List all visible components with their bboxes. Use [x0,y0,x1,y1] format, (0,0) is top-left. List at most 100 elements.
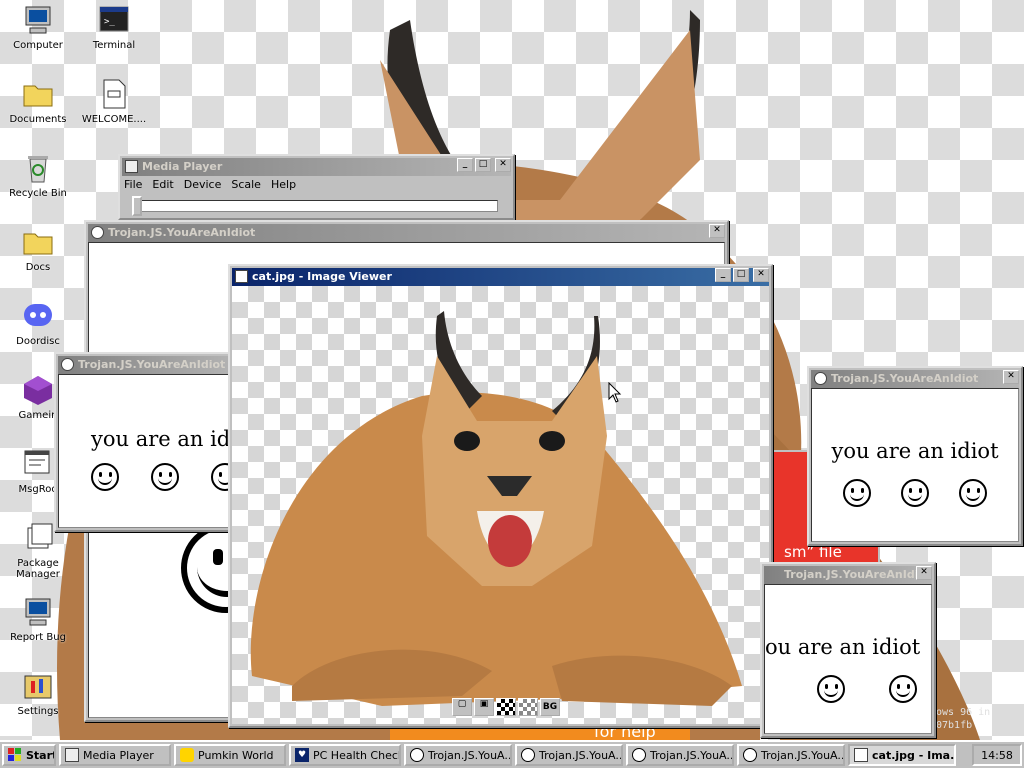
background-color-button[interactable]: BG [540,698,560,716]
desktop-icon-label: Terminal [92,40,136,51]
close-button[interactable]: ✕ [916,566,932,580]
console-line-2: 07b1fb [936,720,973,731]
chat-window-icon [22,448,54,480]
smiley-icon [901,479,929,507]
idiot-window-title: Trojan.JS.YouAreAnIdiot [831,372,979,385]
media-player-icon [125,160,138,173]
desktop-icon-doordisc[interactable]: Doordisc [4,300,72,347]
taskbar-item-label: Media Player [83,748,154,762]
taskbar-item-pc-health-check[interactable]: ♥ PC Health Check [289,744,401,766]
desktop-icon-settings[interactable]: Settings [4,670,72,717]
close-button[interactable]: ✕ [1003,370,1019,384]
desktop-icon-computer[interactable]: Computer [4,4,72,51]
desktop-icon-label: Documents [9,114,67,125]
idiot-window-content: you are an idiot [58,374,240,528]
menu-scale[interactable]: Scale [231,178,261,191]
smiley-icon [743,748,757,762]
svg-text:>_: >_ [104,17,115,27]
image-viewer-title: cat.jpg - Image Viewer [252,270,392,283]
media-player-titlebar[interactable]: Media Player [122,158,511,176]
smiley-icon [814,372,827,385]
smiley-icon [91,463,119,491]
image-viewer-titlebar[interactable]: cat.jpg - Image Viewer [232,268,769,286]
desktop-icon-recycle-bin[interactable]: Recycle Bin [4,152,72,199]
idiot-message-partial: ou are an idiot [765,635,921,659]
media-seek-track[interactable] [134,200,498,212]
media-seek-thumb[interactable] [132,196,142,216]
maximize-button[interactable]: □ [475,158,491,172]
idiot-window-title: Trojan.JS.YouAreAnIdiot [108,226,256,239]
taskbar-item-idiot-1[interactable]: Trojan.JS.YouA... [404,744,512,766]
mouse-cursor-icon [608,382,622,403]
desktop-icon-report-bug[interactable]: Report Bug [4,596,72,643]
taskbar-item-label: Trojan.JS.YouA... [650,748,734,762]
document-icon [98,78,130,110]
taskbar-item-label: Trojan.JS.YouA... [428,748,512,762]
smiley-icon [521,748,535,762]
idiot-message: you are an idiot [91,427,239,451]
menu-help[interactable]: Help [271,178,296,191]
heart-icon: ♥ [295,748,309,762]
actual-size-button[interactable]: ▣ [474,698,494,716]
smiley-row [91,463,239,491]
idiot-window-titlebar[interactable]: Trojan.JS.YouAreAnIdiot [764,566,932,584]
desktop-icon-label: Package Manager [16,558,60,580]
idiot-window-content: you are an idiot [811,388,1019,542]
system-tray-clock[interactable]: 14:58 [972,744,1022,766]
taskbar-item-idiot-4[interactable]: Trojan.JS.YouA... [737,744,845,766]
smiley-icon [180,748,194,762]
desktop-icon-welcome[interactable]: WELCOME.... [80,78,148,125]
taskbar: Start Media Player Pumkin World ♥ PC Heal… [0,740,1024,768]
idiot-window-title: Trojan.JS.YouAreAnIdiot [78,358,226,371]
media-player-icon [65,748,79,762]
idiot-window-left[interactable]: Trojan.JS.YouAreAnIdiot you are an idiot [54,352,244,532]
idiot-window-bottom-right[interactable]: Trojan.JS.YouAreAnIdiot ✕ ou are an idio… [760,562,936,738]
clock-time: 14:58 [981,748,1013,762]
start-label: Start [26,748,56,762]
settings-icon [22,670,54,702]
media-player-window[interactable]: Media Player _ □ ✕ File Edit Device Scal… [118,154,515,220]
checker-bg-button[interactable] [496,698,516,716]
minimize-button[interactable]: _ [715,268,731,282]
image-viewer-window[interactable]: cat.jpg - Image Viewer _ □ ✕ ▢ ▣ BG [228,264,773,728]
desktop-icon-label: Computer [13,40,63,51]
minimize-button[interactable]: _ [457,158,473,172]
discord-icon [22,300,54,332]
desktop-icon-terminal[interactable]: >_ Terminal [80,4,148,51]
smiley-row [765,675,931,703]
taskbar-item-pumkin-world[interactable]: Pumkin World [174,744,286,766]
menu-device[interactable]: Device [184,178,222,191]
menu-file[interactable]: File [124,178,142,191]
close-button[interactable]: ✕ [495,158,511,172]
close-button[interactable]: ✕ [709,224,725,238]
idiot-window-titlebar[interactable]: Trojan.JS.YouAreAnIdiot [811,370,1019,388]
smiley-icon [632,748,646,762]
checker-light-button[interactable] [518,698,538,716]
idiot-window-titlebar[interactable]: Trojan.JS.YouAreAnIdiot [58,356,240,374]
taskbar-item-label: Trojan.JS.YouA... [761,748,845,762]
close-button[interactable]: ✕ [753,268,769,282]
help-fragment-text: for help [594,726,656,741]
image-file-icon [235,270,248,283]
console-line-1: ows 96 in [936,707,991,718]
fit-window-button[interactable]: ▢ [452,698,472,716]
desktop-icon-docs[interactable]: Docs [4,226,72,273]
recycle-bin-icon [22,152,54,184]
desktop-icon-label: Docs [25,262,51,273]
smiley-icon [817,675,845,703]
viewer-toolbar: ▢ ▣ BG [452,698,560,716]
idiot-window-title: Trojan.JS.YouAreAnIdiot [784,568,932,581]
idiot-window-titlebar[interactable]: Trojan.JS.YouAreAnIdiot [88,224,725,242]
taskbar-item-idiot-2[interactable]: Trojan.JS.YouA... [515,744,623,766]
start-button[interactable]: Start [2,744,56,766]
idiot-window-right[interactable]: Trojan.JS.YouAreAnIdiot ✕ you are an idi… [807,366,1023,546]
taskbar-item-image-viewer[interactable]: cat.jpg - Ima... [848,744,956,766]
windows-logo-icon [8,748,21,761]
desktop-icon-documents[interactable]: Documents [4,78,72,125]
taskbar-item-idiot-3[interactable]: Trojan.JS.YouA... [626,744,734,766]
smiley-icon [61,358,74,371]
taskbar-item-label: PC Health Check [313,748,401,762]
taskbar-item-media-player[interactable]: Media Player [59,744,171,766]
maximize-button[interactable]: □ [733,268,749,282]
menu-edit[interactable]: Edit [152,178,173,191]
